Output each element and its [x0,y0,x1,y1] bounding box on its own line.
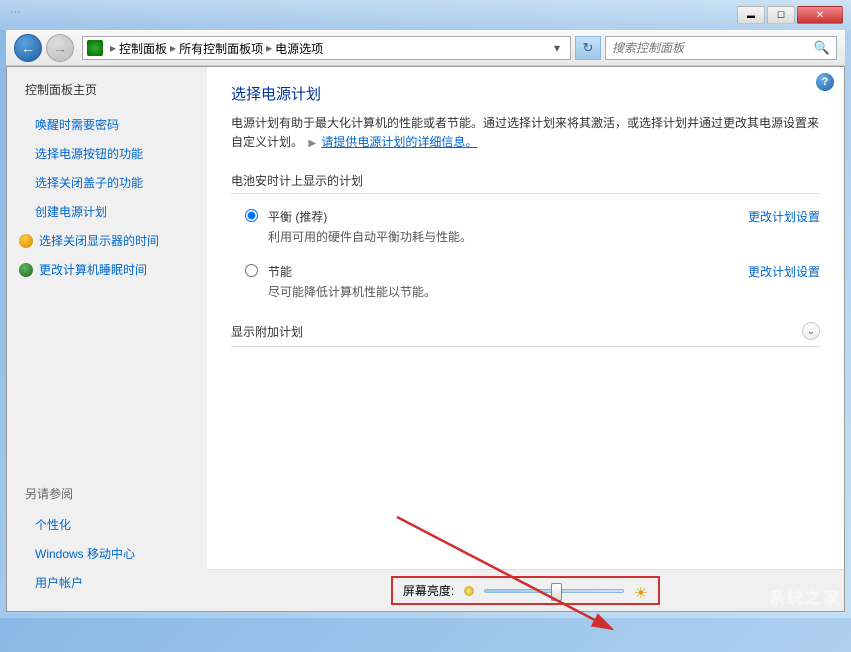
see-also-mobility-center[interactable]: Windows 移动中心 [17,539,197,568]
pointer-icon: ▶ [308,136,316,152]
bottom-bar: 屏幕亮度: [207,569,844,611]
breadcrumb-item[interactable]: 电源选项 [275,40,323,57]
breadcrumb-dropdown-icon[interactable]: ▾ [548,41,566,55]
plan-balanced-radio[interactable] [245,209,258,222]
sidebar-link-sleep-time[interactable]: 更改计算机睡眠时间 [17,255,197,284]
plan-balanced: 平衡 (推荐) 利用可用的硬件自动平衡功耗与性能。 更改计划设置 [231,208,820,245]
power-icon [19,263,33,277]
search-input[interactable] [612,41,814,55]
desc-text: 电源计划有助于最大化计算机的性能或者节能。通过选择计划来将其激活，或选择计划并通… [231,116,819,149]
brightness-low-icon [464,586,474,596]
plan-saver-edit-link[interactable]: 更改计划设置 [748,263,820,280]
page-title: 选择电源计划 [231,83,820,104]
brightness-high-icon [634,584,648,598]
brightness-label: 屏幕亮度: [403,582,454,599]
sidebar-link-wake-password[interactable]: 唤醒时需要密码 [17,110,197,139]
sidebar: 控制面板主页 唤醒时需要密码 选择电源按钮的功能 选择关闭盖子的功能 创建电源计… [7,67,207,611]
plan-balanced-name: 平衡 (推荐) [268,208,728,225]
breadcrumb[interactable]: ▸ 控制面板 ▸ 所有控制面板项 ▸ 电源选项 ▾ [82,36,571,60]
search-icon[interactable]: 🔍 [814,40,830,56]
sidebar-link-display-off[interactable]: 选择关闭显示器的时间 [17,226,197,255]
sidebar-link-power-button[interactable]: 选择电源按钮的功能 [17,139,197,168]
show-additional-plans-label: 显示附加计划 [231,323,303,340]
desc-link[interactable]: 请提供电源计划的详细信息。 [321,135,477,149]
back-button[interactable] [14,34,42,62]
divider [231,193,820,194]
sidebar-home-link[interactable]: 控制面板主页 [17,81,197,98]
brightness-slider-thumb[interactable] [551,583,562,601]
sidebar-link-close-lid[interactable]: 选择关闭盖子的功能 [17,168,197,197]
forward-button[interactable] [46,34,74,62]
sidebar-link-create-plan[interactable]: 创建电源计划 [17,197,197,226]
brightness-slider[interactable] [484,589,624,593]
breadcrumb-sep-icon: ▸ [170,41,176,55]
see-also-heading: 另请参阅 [17,485,197,502]
title-bar: ··· [0,0,851,30]
show-additional-plans-row[interactable]: 显示附加计划 [231,318,820,344]
section-shown-plans: 电池安时计上显示的计划 [231,172,820,189]
close-button[interactable] [797,6,843,24]
see-also-personalization[interactable]: 个性化 [17,510,197,539]
plan-saver-desc: 尽可能降低计算机性能以节能。 [268,283,728,300]
breadcrumb-sep-icon: ▸ [110,41,116,55]
plan-balanced-edit-link[interactable]: 更改计划设置 [748,208,820,225]
navigation-bar: ▸ 控制面板 ▸ 所有控制面板项 ▸ 电源选项 ▾ 🔍 [6,30,845,66]
sidebar-item-label: 选择关闭显示器的时间 [39,232,159,249]
breadcrumb-item[interactable]: 控制面板 [119,40,167,57]
sidebar-item-label: 更改计算机睡眠时间 [39,261,147,278]
brightness-highlight-box: 屏幕亮度: [391,576,660,605]
refresh-button[interactable] [575,36,601,60]
page-description: 电源计划有助于最大化计算机的性能或者节能。通过选择计划来将其激活，或选择计划并通… [231,114,820,152]
main-content: 选择电源计划 电源计划有助于最大化计算机的性能或者节能。通过选择计划来将其激活，… [207,67,844,611]
plan-saver: 节能 尽可能降低计算机性能以节能。 更改计划设置 [231,263,820,300]
breadcrumb-item[interactable]: 所有控制面板项 [179,40,263,57]
minimize-button[interactable] [737,6,765,24]
plan-balanced-desc: 利用可用的硬件自动平衡功耗与性能。 [268,228,728,245]
window-title-hint: ··· [10,6,21,18]
maximize-button[interactable] [767,6,795,24]
shield-icon [19,234,33,248]
sidebar-see-also: 另请参阅 个性化 Windows 移动中心 用户帐户 [17,485,197,597]
help-icon[interactable] [816,73,834,91]
plan-saver-name: 节能 [268,263,728,280]
search-box[interactable]: 🔍 [605,36,837,60]
plan-saver-radio[interactable] [245,264,258,277]
see-also-user-accounts[interactable]: 用户帐户 [17,568,197,597]
chevron-down-icon[interactable] [802,322,820,340]
divider [231,346,820,347]
power-options-icon [87,40,103,56]
breadcrumb-sep-icon: ▸ [266,41,272,55]
window-body: 控制面板主页 唤醒时需要密码 选择电源按钮的功能 选择关闭盖子的功能 创建电源计… [6,66,845,612]
